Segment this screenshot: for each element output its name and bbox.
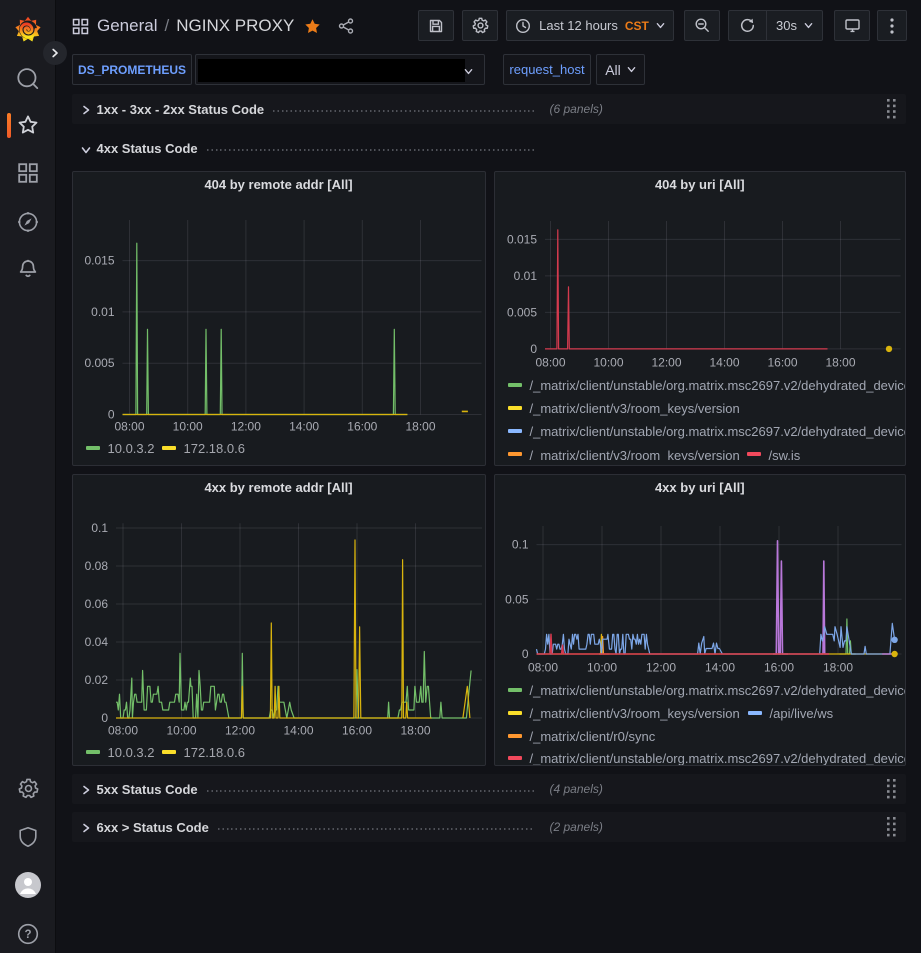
svg-text:0.01: 0.01 [513,268,537,282]
svg-text:16:00: 16:00 [347,419,377,433]
svg-text:16:00: 16:00 [767,355,797,369]
svg-text:0.04: 0.04 [84,635,108,649]
svg-text:14:00: 14:00 [289,419,319,433]
svg-text:16:00: 16:00 [341,723,371,737]
svg-text:16:00: 16:00 [763,660,793,674]
svg-text:14:00: 14:00 [704,660,734,674]
svg-text:0.1: 0.1 [91,521,108,535]
svg-text:0.02: 0.02 [84,673,108,687]
svg-text:0.015: 0.015 [84,253,114,267]
svg-text:0.01: 0.01 [91,304,115,318]
svg-text:08:00: 08:00 [535,355,565,369]
svg-text:?: ? [24,929,31,941]
svg-text:14:00: 14:00 [283,723,313,737]
svg-text:10:00: 10:00 [172,419,202,433]
svg-text:18:00: 18:00 [822,660,852,674]
svg-text:14:00: 14:00 [709,355,739,369]
svg-text:18:00: 18:00 [825,355,855,369]
svg-text:0.005: 0.005 [84,356,114,370]
svg-text:10:00: 10:00 [166,723,196,737]
svg-text:0.005: 0.005 [506,305,536,319]
svg-text:12:00: 12:00 [645,660,675,674]
svg-text:10:00: 10:00 [586,660,616,674]
svg-text:0.1: 0.1 [511,537,528,551]
svg-text:0.05: 0.05 [505,592,529,606]
svg-text:18:00: 18:00 [405,419,435,433]
svg-text:08:00: 08:00 [114,419,144,433]
svg-text:0: 0 [530,341,537,355]
svg-text:12:00: 12:00 [651,355,681,369]
svg-text:0: 0 [521,647,528,661]
svg-text:18:00: 18:00 [400,723,430,737]
svg-text:10:00: 10:00 [593,355,623,369]
svg-text:12:00: 12:00 [224,723,254,737]
svg-text:0.08: 0.08 [84,559,108,573]
svg-text:0.06: 0.06 [84,597,108,611]
svg-text:08:00: 08:00 [107,723,137,737]
svg-text:08:00: 08:00 [527,660,557,674]
svg-text:12:00: 12:00 [230,419,260,433]
svg-text:0.015: 0.015 [506,232,536,246]
